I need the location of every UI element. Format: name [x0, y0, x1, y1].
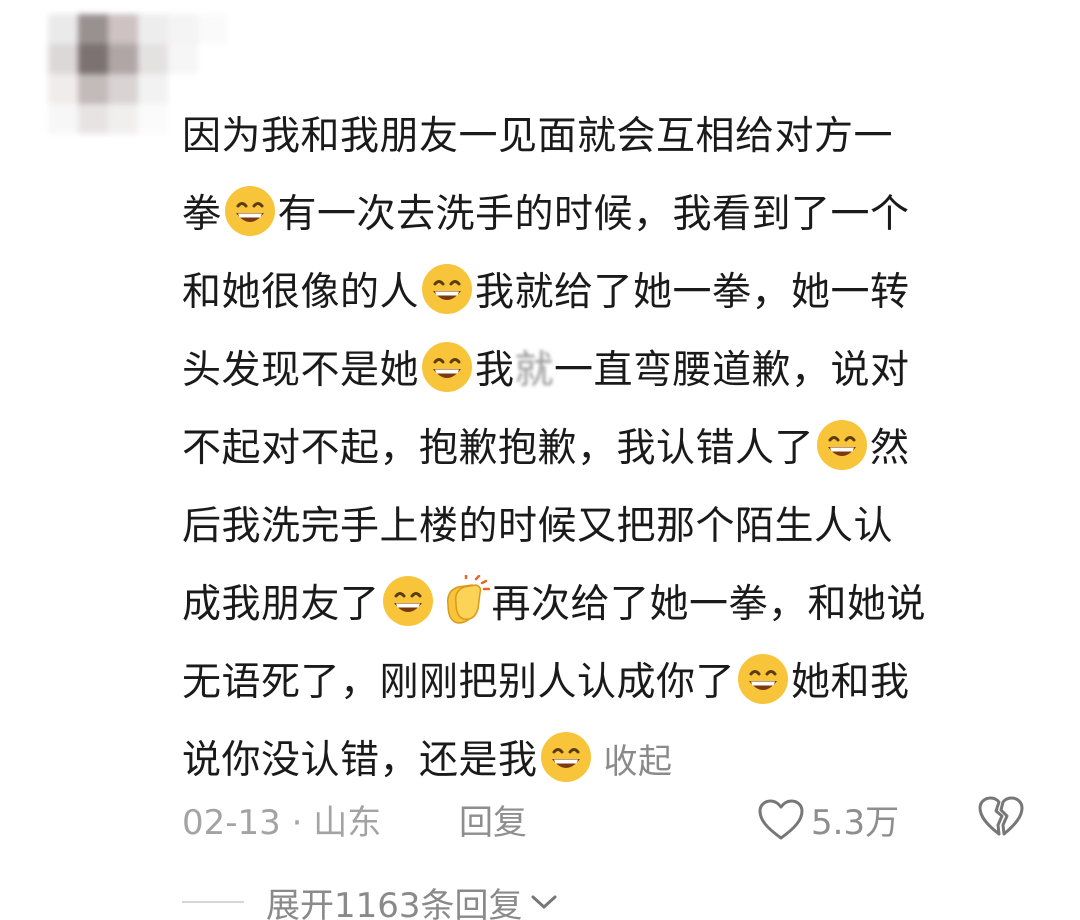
comment-meta-bar: 02-13 · 山东 回复 5.3万 — [182, 795, 1032, 845]
comment-line: 后我洗完手上楼的时候又把那个陌生人认 — [182, 488, 1032, 566]
text-segment: 拳 — [182, 192, 222, 237]
comment-line: 说你没认错，还是我 收起 — [182, 722, 1032, 800]
grinning-face-icon — [422, 264, 473, 314]
chevron-down-icon — [531, 895, 557, 909]
text-segment: 有一次去洗手的时候，我看到了一个 — [277, 192, 910, 237]
text-segment: 说你没认错，还是我 — [182, 738, 538, 783]
divider-dash — [182, 901, 244, 903]
reply-button[interactable]: 回复 — [459, 795, 527, 844]
text-segment: 不起对不起，抱歉抱歉，我认错人了 — [182, 426, 815, 471]
text-segment: 我 — [475, 348, 515, 393]
text-segment: 和她很像的人 — [182, 270, 420, 315]
text-segment: 我就给了她一拳，她一转 — [475, 270, 910, 315]
text-segment: 后我洗完手上楼的时候又把那个陌生人认 — [182, 504, 894, 549]
expand-replies-label: 展开1163条回复 — [266, 885, 523, 920]
comment-line: 无语死了，刚刚把别人认成你了 她和我 — [182, 644, 1032, 722]
text-segment: 一直弯腰道歉，说对 — [554, 348, 910, 393]
expand-replies-button[interactable]: 展开1163条回复 — [182, 877, 559, 920]
comment-line: 拳 有一次去洗手的时候，我看到了一个 — [182, 176, 1032, 254]
comment-line: 因为我和我朋友一见面就会互相给对方一 — [182, 98, 1032, 176]
comment-line: 不起对不起，抱歉抱歉，我认错人了 然 — [182, 410, 1032, 488]
comment-item: 因为我和我朋友一见面就会互相给对方一 拳 有一次去洗手的时候，我看到了一个 和她很… — [0, 0, 1080, 920]
broken-heart-icon — [978, 796, 1024, 836]
text-segment: 她和我 — [791, 660, 910, 705]
grinning-face-icon — [382, 576, 433, 626]
text-segment: 无语死了，刚刚把别人认成你了 — [182, 660, 736, 705]
comment-line: 和她很像的人 我就给了她一拳，她一转 — [182, 254, 1032, 332]
comment-line: 头发现不是她 我就一直弯腰道歉，说对 — [182, 332, 1032, 410]
grinning-face-icon — [817, 420, 868, 470]
heart-icon — [758, 799, 804, 839]
text-segment: 再次给了她一拳，和她说 — [491, 582, 927, 627]
grinning-face-icon — [738, 654, 789, 704]
dislike-button[interactable] — [977, 795, 1025, 848]
like-button[interactable]: 5.3万 — [757, 795, 899, 844]
text-segment: 因为我和我朋友一见面就会互相给对方一 — [182, 114, 894, 159]
like-count: 5.3万 — [811, 803, 900, 843]
comment-line: 成我朋友了 再次给了她一拳，和她说 — [182, 566, 1032, 644]
blurred-text-segment: 就 — [514, 348, 555, 393]
collapse-link[interactable]: 收起 — [604, 742, 673, 782]
grinning-face-icon — [540, 732, 591, 782]
text-segment: 头发现不是她 — [182, 348, 420, 393]
date-location: 02-13 · 山东 — [182, 803, 382, 843]
comment-text: 因为我和我朋友一见面就会互相给对方一 拳 有一次去洗手的时候，我看到了一个 和她很… — [182, 98, 1032, 800]
grinning-face-icon — [422, 342, 473, 392]
grinning-face-icon — [224, 186, 275, 236]
clapping-hands-icon — [446, 575, 490, 624]
text-segment: 然 — [870, 426, 910, 471]
text-segment: 成我朋友了 — [182, 582, 380, 627]
